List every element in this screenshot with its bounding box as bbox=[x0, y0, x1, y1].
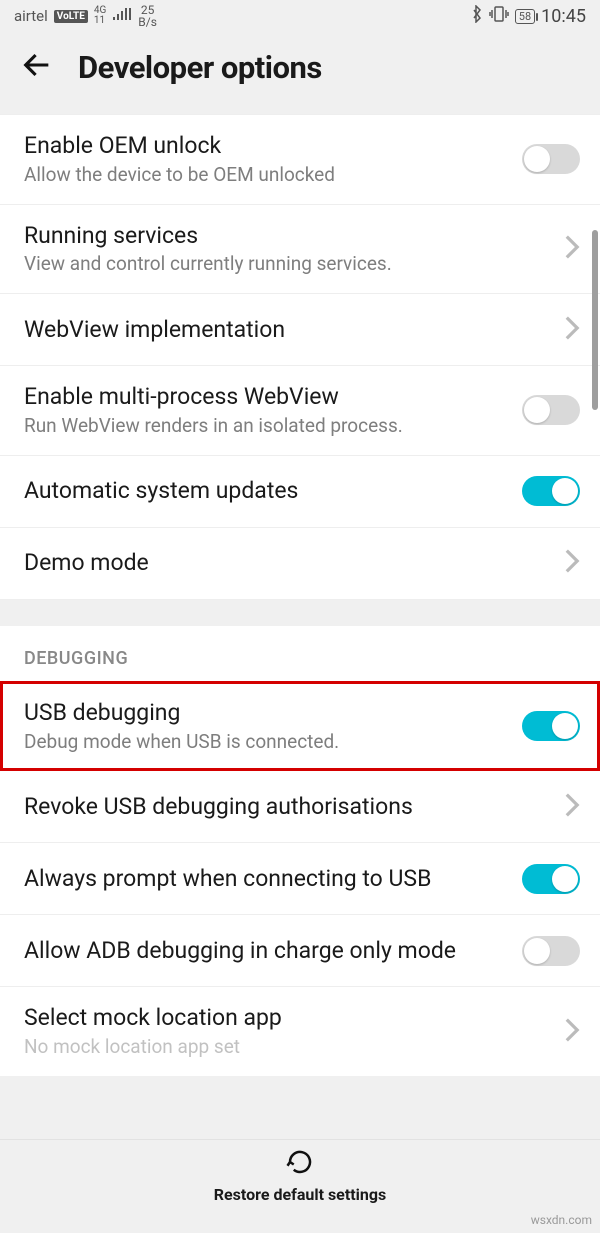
chevron-right-icon bbox=[564, 234, 580, 264]
row-title: Always prompt when connecting to USB bbox=[24, 864, 510, 894]
row-running-services[interactable]: Running services View and control curren… bbox=[0, 205, 600, 295]
watermark: wsxdn.com bbox=[531, 1213, 592, 1227]
row-title: Enable OEM unlock bbox=[24, 131, 510, 161]
row-webview-impl[interactable]: WebView implementation bbox=[0, 294, 600, 366]
row-title: USB debugging bbox=[24, 698, 510, 728]
toggle-oem-unlock[interactable] bbox=[522, 144, 580, 174]
row-title: Running services bbox=[24, 221, 552, 251]
row-title: Automatic system updates bbox=[24, 476, 510, 506]
row-usb-debugging[interactable]: USB debugging Debug mode when USB is con… bbox=[0, 681, 600, 772]
debugging-section: DEBUGGING USB debugging Debug mode when … bbox=[0, 626, 600, 1076]
row-subtitle: View and control currently running servi… bbox=[24, 252, 552, 277]
restore-icon bbox=[285, 1147, 315, 1181]
clock: 10:45 bbox=[541, 6, 586, 27]
row-revoke-auth[interactable]: Revoke USB debugging authorisations bbox=[0, 771, 600, 843]
battery-icon: 58 bbox=[515, 9, 535, 24]
battery-level: 58 bbox=[519, 10, 531, 23]
back-icon[interactable] bbox=[20, 48, 54, 86]
chevron-right-icon bbox=[564, 315, 580, 345]
page-title: Developer options bbox=[78, 49, 322, 86]
restore-defaults-button[interactable]: Restore default settings bbox=[0, 1139, 600, 1211]
settings-list: Enable OEM unlock Allow the device to be… bbox=[0, 114, 600, 600]
status-bar: airtel VoLTE 4G 11 25 B/s 58 10:45 bbox=[0, 0, 600, 30]
row-title: Select mock location app bbox=[24, 1003, 552, 1033]
network-type: 4G 11 bbox=[94, 6, 106, 26]
toggle-adb-charge[interactable] bbox=[522, 936, 580, 966]
carrier-label: airtel bbox=[14, 7, 48, 25]
status-left: airtel VoLTE 4G 11 25 B/s bbox=[14, 4, 157, 28]
row-auto-updates[interactable]: Automatic system updates bbox=[0, 456, 600, 528]
app-header: Developer options bbox=[0, 30, 600, 114]
row-title: WebView implementation bbox=[24, 315, 552, 345]
scrollbar-thumb[interactable] bbox=[592, 230, 598, 410]
toggle-usb-debugging[interactable] bbox=[522, 711, 580, 741]
net-sub-label: 11 bbox=[94, 16, 106, 26]
section-header-debugging: DEBUGGING bbox=[0, 626, 600, 681]
section-gap bbox=[0, 600, 600, 626]
vibrate-icon bbox=[489, 6, 509, 26]
row-mock-location[interactable]: Select mock location app No mock locatio… bbox=[0, 987, 600, 1076]
row-oem-unlock[interactable]: Enable OEM unlock Allow the device to be… bbox=[0, 114, 600, 205]
bluetooth-icon bbox=[471, 5, 483, 27]
signal-icon bbox=[112, 7, 132, 25]
chevron-right-icon bbox=[564, 1017, 580, 1047]
chevron-right-icon bbox=[564, 548, 580, 578]
row-subtitle: Debug mode when USB is connected. bbox=[24, 730, 510, 755]
row-title: Demo mode bbox=[24, 548, 552, 578]
restore-label: Restore default settings bbox=[214, 1185, 386, 1204]
volte-badge: VoLTE bbox=[54, 10, 88, 23]
row-prompt-usb[interactable]: Always prompt when connecting to USB bbox=[0, 843, 600, 915]
toggle-auto-updates[interactable] bbox=[522, 476, 580, 506]
rate-unit: B/s bbox=[138, 16, 157, 28]
toggle-prompt-usb[interactable] bbox=[522, 864, 580, 894]
row-demo-mode[interactable]: Demo mode bbox=[0, 528, 600, 600]
row-subtitle: Allow the device to be OEM unlocked bbox=[24, 163, 510, 188]
chevron-right-icon bbox=[564, 792, 580, 822]
status-right: 58 10:45 bbox=[471, 5, 586, 27]
row-multi-webview[interactable]: Enable multi-process WebView Run WebView… bbox=[0, 366, 600, 456]
toggle-multi-webview[interactable] bbox=[522, 395, 580, 425]
row-subtitle: No mock location app set bbox=[24, 1035, 552, 1060]
row-subtitle: Run WebView renders in an isolated proce… bbox=[24, 414, 510, 439]
row-adb-charge[interactable]: Allow ADB debugging in charge only mode bbox=[0, 915, 600, 987]
row-title: Revoke USB debugging authorisations bbox=[24, 792, 552, 822]
row-title: Allow ADB debugging in charge only mode bbox=[24, 936, 510, 966]
row-title: Enable multi-process WebView bbox=[24, 382, 510, 412]
data-rate: 25 B/s bbox=[138, 4, 157, 28]
